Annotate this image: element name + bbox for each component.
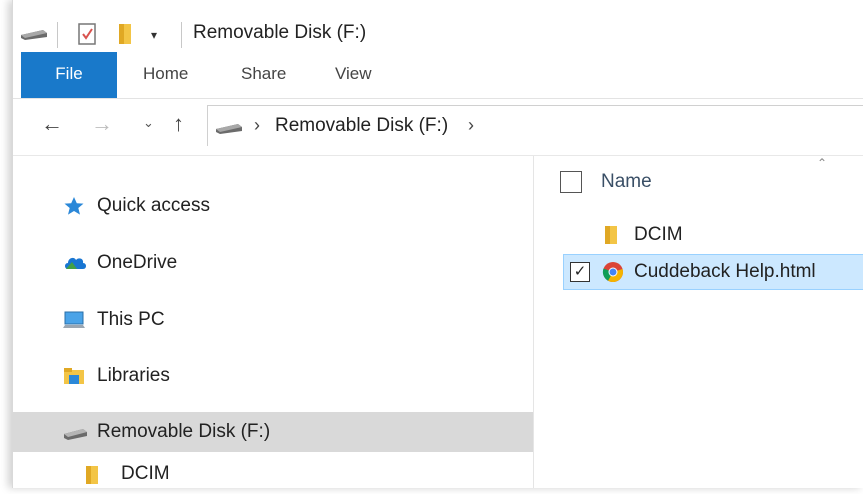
tab-home[interactable]: Home	[143, 52, 188, 98]
explorer-window: ▾ Removable Disk (F:) File Home Share Vi…	[12, 0, 863, 488]
tab-file[interactable]: File	[21, 52, 117, 98]
window-title: Removable Disk (F:)	[193, 22, 367, 43]
libraries-icon	[63, 366, 85, 386]
nav-item-onedrive[interactable]: OneDrive	[13, 243, 533, 283]
star-icon	[63, 196, 85, 216]
nav-item-label: OneDrive	[97, 252, 178, 273]
tab-share[interactable]: Share	[241, 52, 286, 98]
address-bar[interactable]: › Removable Disk (F:) ›	[207, 105, 863, 146]
drive-icon[interactable]	[19, 28, 49, 46]
forward-arrow-icon[interactable]: →	[91, 111, 113, 137]
file-name: Cuddeback Help.html	[634, 261, 816, 282]
file-list: ⌃ Name DCIM ✓ Cuddeback Help.html	[534, 156, 863, 488]
nav-item-label: Quick access	[97, 195, 210, 216]
drive-icon	[214, 122, 244, 140]
nav-item-label: Libraries	[97, 365, 170, 386]
up-arrow-icon[interactable]: ↑	[173, 111, 184, 137]
folder-icon	[602, 224, 624, 246]
file-name: DCIM	[634, 224, 683, 245]
item-checkbox[interactable]: ✓	[570, 262, 590, 282]
properties-icon[interactable]	[77, 22, 99, 51]
nav-item-this-pc[interactable]: This PC	[13, 300, 533, 340]
title-bar: ▾ Removable Disk (F:)	[13, 0, 863, 52]
breadcrumb-chevron-icon[interactable]: ›	[254, 115, 260, 136]
nav-item-quick-access[interactable]: Quick access	[13, 186, 533, 226]
toolbar-separator	[57, 22, 58, 48]
cloud-icon	[63, 253, 86, 273]
ribbon-tabs: File Home Share View	[13, 52, 863, 99]
customize-toolbar-icon[interactable]: ▾	[151, 28, 157, 42]
nav-item-libraries[interactable]: Libraries	[13, 356, 533, 396]
back-arrow-icon[interactable]: ←	[41, 111, 63, 137]
nav-item-dcim[interactable]: DCIM	[13, 454, 533, 494]
new-folder-icon[interactable]	[117, 22, 135, 51]
toolbar-separator	[181, 22, 182, 48]
select-all-checkbox[interactable]	[560, 171, 582, 193]
chrome-icon	[602, 261, 624, 283]
list-item[interactable]: DCIM	[564, 218, 863, 252]
drive-icon	[63, 422, 87, 442]
column-header-name[interactable]: Name	[601, 171, 652, 193]
navigation-bar: ← → ⌄ ↑ › Removable Disk (F:) ›	[13, 99, 863, 156]
computer-icon	[63, 310, 85, 330]
list-item-selected[interactable]: ✓ Cuddeback Help.html	[563, 254, 863, 290]
nav-item-label: DCIM	[121, 463, 170, 484]
breadcrumb-chevron-icon[interactable]: ›	[468, 115, 474, 136]
recent-locations-chevron-icon[interactable]: ⌄	[143, 115, 154, 131]
navigation-pane: Quick access OneDrive This PC Libraries …	[13, 156, 534, 488]
breadcrumb-removable-disk[interactable]: Removable Disk (F:)	[275, 115, 448, 137]
nav-item-label: Removable Disk (F:)	[97, 421, 271, 442]
nav-item-removable-disk[interactable]: Removable Disk (F:)	[13, 412, 533, 452]
tab-view[interactable]: View	[335, 52, 372, 98]
nav-item-label: This PC	[97, 309, 165, 330]
folder-icon	[83, 464, 105, 484]
sort-ascending-icon: ⌃	[817, 156, 828, 170]
